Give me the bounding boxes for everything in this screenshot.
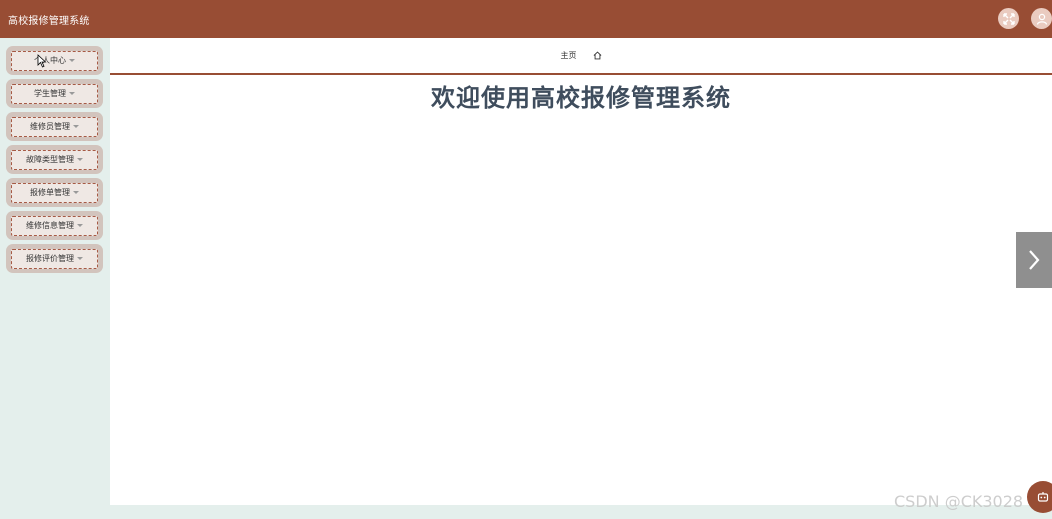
- menu-button[interactable]: 报修单管理: [11, 182, 98, 203]
- caret-down-icon: [77, 257, 83, 260]
- fullscreen-button[interactable]: [998, 8, 1019, 29]
- sidebar-item-repairman-management[interactable]: 维修员管理: [6, 112, 103, 141]
- sidebar-item-repair-order-management[interactable]: 报修单管理: [6, 178, 103, 207]
- sidebar-item-personal-center[interactable]: 个人中心: [6, 46, 103, 75]
- caret-down-icon: [73, 191, 79, 194]
- caret-down-icon: [77, 158, 83, 161]
- app-title: 高校报修管理系统: [8, 15, 90, 27]
- sidebar-item-label: 维修信息管理: [26, 221, 74, 230]
- sidebar-item-label: 报修单管理: [30, 188, 70, 197]
- menu-button[interactable]: 报修评价管理: [11, 248, 98, 269]
- menu-button[interactable]: 维修员管理: [11, 116, 98, 137]
- menu-button[interactable]: 故障类型管理: [11, 149, 98, 170]
- float-action-button[interactable]: [1027, 481, 1052, 513]
- top-header: 高校报修管理系统: [0, 0, 1052, 38]
- next-panel-button[interactable]: [1016, 232, 1052, 288]
- caret-down-icon: [73, 125, 79, 128]
- breadcrumb-home-button[interactable]: [593, 51, 602, 60]
- main-content: 主页 欢迎使用高校报修管理系统: [110, 38, 1052, 505]
- caret-down-icon: [77, 224, 83, 227]
- app-window: 高校报修管理系统 个人中心 学生管理 维修员管理 故障类型管理 报修单管理 维修…: [0, 0, 1052, 519]
- sidebar-item-label: 报修评价管理: [26, 254, 74, 263]
- sidebar-item-label: 维修员管理: [30, 122, 70, 131]
- sidebar-item-fault-type-management[interactable]: 故障类型管理: [6, 145, 103, 174]
- menu-button[interactable]: 维修信息管理: [11, 215, 98, 236]
- caret-down-icon: [69, 92, 75, 95]
- watermark: CSDN @CK3028: [894, 492, 1024, 511]
- robot-icon: [1037, 492, 1049, 502]
- menu-button[interactable]: 学生管理: [11, 83, 98, 104]
- home-icon: [593, 51, 601, 60]
- menu-button[interactable]: 个人中心: [11, 50, 98, 71]
- user-menu-button[interactable]: [1031, 8, 1052, 29]
- sidebar-item-student-management[interactable]: 学生管理: [6, 79, 103, 108]
- sidebar: 个人中心 学生管理 维修员管理 故障类型管理 报修单管理 维修信息管理 报修评价…: [0, 38, 110, 519]
- sidebar-item-label: 故障类型管理: [26, 155, 74, 164]
- caret-down-icon: [69, 59, 75, 62]
- breadcrumb: 主页: [110, 38, 1052, 75]
- mouse-cursor-icon: [37, 54, 47, 68]
- chevron-right-icon: [1029, 250, 1040, 270]
- welcome-heading: 欢迎使用高校报修管理系统: [431, 84, 731, 112]
- fullscreen-icon: [1002, 12, 1015, 25]
- breadcrumb-home-link[interactable]: 主页: [561, 50, 577, 61]
- sidebar-item-repair-evaluation-management[interactable]: 报修评价管理: [6, 244, 103, 273]
- sidebar-item-repair-info-management[interactable]: 维修信息管理: [6, 211, 103, 240]
- sidebar-item-label: 学生管理: [34, 89, 66, 98]
- user-icon: [1036, 13, 1047, 25]
